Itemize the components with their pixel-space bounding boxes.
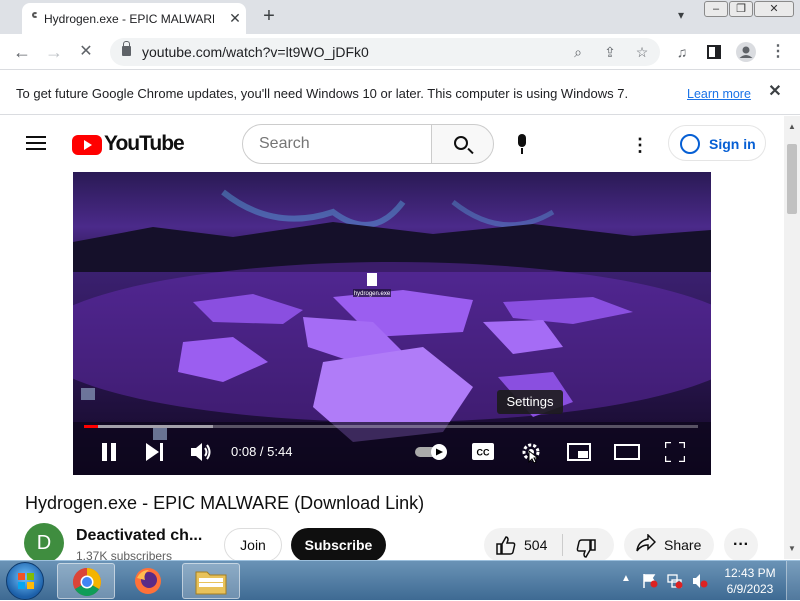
time-display: 0:08 / 5:44 <box>231 444 293 459</box>
search-button[interactable] <box>431 124 494 164</box>
tab-search-icon[interactable]: ▾ <box>672 8 690 26</box>
action-center-flag-icon[interactable] <box>642 573 658 589</box>
infobar-close-icon[interactable]: ✕ <box>766 83 784 101</box>
browser-tab[interactable]: Hydrogen.exe - EPIC MALWARE ( ✕ <box>22 3 246 34</box>
account-icon <box>680 134 700 154</box>
loading-icon <box>32 12 38 18</box>
channel-name[interactable]: Deactivated ch... <box>76 527 202 545</box>
autoplay-toggle[interactable] <box>415 444 449 465</box>
taskbar-firefox[interactable] <box>120 563 178 599</box>
address-bar[interactable]: youtube.com/watch?v=lt9WO_jDFk0 ⌕ ⇪ ☆ <box>110 38 660 66</box>
like-dislike-group: 504 <box>484 528 614 562</box>
chrome-icon <box>73 568 101 596</box>
url-text[interactable]: youtube.com/watch?v=lt9WO_jDFk0 <box>142 44 369 60</box>
search-icon <box>454 136 468 150</box>
theater-mode-icon[interactable] <box>614 443 640 466</box>
window-close-button[interactable]: ✕ <box>754 1 794 17</box>
search-input[interactable] <box>242 124 432 164</box>
captions-icon[interactable]: CC <box>472 443 494 465</box>
clock-date: 6/9/2023 <box>726 582 774 596</box>
video-player[interactable]: hydrogen.exe <box>73 172 711 475</box>
scroll-thumb[interactable] <box>787 144 797 214</box>
minimize-button[interactable]: – <box>704 1 728 17</box>
show-desktop-button[interactable] <box>786 561 800 600</box>
pause-icon[interactable] <box>101 443 117 466</box>
voice-search-icon[interactable] <box>512 134 532 156</box>
miniplayer-icon[interactable] <box>567 443 591 466</box>
tab-title: Hydrogen.exe - EPIC MALWARE ( <box>44 12 214 26</box>
video-title: Hydrogen.exe - EPIC MALWARE (Download Li… <box>25 493 425 513</box>
scroll-down-icon[interactable]: ▼ <box>788 544 796 553</box>
desktop-file-label: hydrogen.exe <box>354 291 391 297</box>
zoom-search-icon[interactable]: ⌕ <box>568 42 588 62</box>
restore-button[interactable]: ❐ <box>729 1 753 17</box>
share-button[interactable]: Share <box>624 528 714 562</box>
settings-gear-icon[interactable] <box>520 441 542 468</box>
like-divider <box>562 534 563 556</box>
forward-icon[interactable]: → <box>42 40 66 64</box>
youtube-wordmark[interactable]: YouTube <box>104 132 185 156</box>
firefox-icon <box>135 568 161 594</box>
next-video-icon[interactable] <box>146 443 164 466</box>
folder-icon <box>195 571 227 595</box>
taskbar-clock[interactable]: 12:43 PM 6/9/2023 <box>720 565 780 597</box>
buffered-bar <box>84 425 213 428</box>
subscribe-button[interactable]: Subscribe <box>291 528 386 562</box>
volume-icon[interactable] <box>191 442 213 467</box>
update-message: To get future Google Chrome updates, you… <box>16 86 629 101</box>
share-page-icon[interactable]: ⇪ <box>600 42 620 62</box>
sign-in-label: Sign in <box>709 136 756 152</box>
more-actions-icon[interactable]: ··· <box>724 528 758 562</box>
sign-in-button[interactable]: Sign in <box>668 125 766 161</box>
side-panel-icon[interactable] <box>702 40 726 64</box>
lock-icon[interactable] <box>122 41 131 56</box>
volume-muted-icon[interactable] <box>692 573 708 589</box>
profile-icon[interactable] <box>734 40 758 64</box>
show-hidden-icons-icon[interactable]: ▲ <box>621 573 631 584</box>
stop-loading-icon[interactable]: ✕ <box>74 40 98 64</box>
svg-text:CC: CC <box>477 448 490 458</box>
media-control-icon[interactable]: ♫ <box>670 40 694 64</box>
fullscreen-icon[interactable] <box>663 440 687 467</box>
back-icon[interactable]: ← <box>10 40 34 64</box>
video-frame-scene: hydrogen.exe <box>73 172 711 475</box>
clock-time: 12:43 PM <box>724 566 776 580</box>
windows-taskbar: ▲ <box>0 560 800 600</box>
taskbar-explorer[interactable] <box>182 563 240 599</box>
tab-strip: Hydrogen.exe - EPIC MALWARE ( ✕ + ▾ – ❐ … <box>0 0 800 34</box>
join-button[interactable]: Join <box>224 528 282 562</box>
hamburger-menu-icon[interactable] <box>26 136 46 150</box>
dislike-icon[interactable] <box>576 535 596 559</box>
scroll-up-icon[interactable]: ▲ <box>788 122 796 131</box>
like-icon[interactable] <box>496 535 516 559</box>
like-count: 504 <box>524 537 548 553</box>
bookmark-star-icon[interactable]: ☆ <box>632 42 652 62</box>
page-scrollbar[interactable]: ▲ ▼ <box>784 116 800 559</box>
network-icon[interactable] <box>667 573 683 589</box>
chrome-menu-icon[interactable]: ⋮ <box>766 40 790 64</box>
windows-flag-icon <box>18 573 34 589</box>
share-arrow-icon <box>636 533 657 557</box>
progress-bar[interactable] <box>84 425 698 428</box>
learn-more-link[interactable]: Learn more <box>687 87 751 101</box>
youtube-logo-icon[interactable] <box>72 135 102 155</box>
update-infobar: To get future Google Chrome updates, you… <box>0 71 800 115</box>
tab-close-icon[interactable]: ✕ <box>225 8 245 28</box>
start-button[interactable] <box>6 562 44 600</box>
browser-toolbar: ← → ✕ youtube.com/watch?v=lt9WO_jDFk0 ⌕ … <box>0 34 800 70</box>
new-tab-button[interactable]: + <box>258 6 280 28</box>
taskbar-chrome[interactable] <box>57 563 115 599</box>
channel-avatar[interactable]: D <box>24 523 64 563</box>
share-label: Share <box>664 537 702 553</box>
settings-menu-icon[interactable]: ⋮ <box>631 134 649 156</box>
settings-tooltip: Settings <box>497 390 563 414</box>
played-bar <box>84 425 99 428</box>
